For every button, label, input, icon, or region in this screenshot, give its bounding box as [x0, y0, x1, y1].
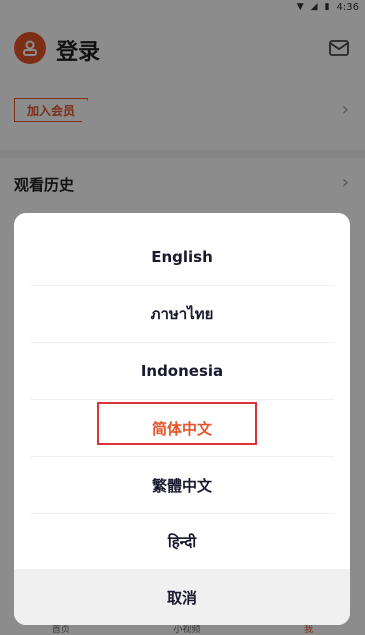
language-option-english[interactable]: English — [30, 229, 334, 286]
language-sheet: English ภาษาไทย Indonesia 简体中文 繁體中文 हिन्… — [14, 213, 350, 625]
language-option-simplified-chinese[interactable]: 简体中文 — [30, 400, 334, 457]
language-option-traditional-chinese[interactable]: 繁體中文 — [30, 457, 334, 514]
language-option-indonesian[interactable]: Indonesia — [30, 343, 334, 400]
language-option-thai[interactable]: ภาษาไทย — [30, 286, 334, 343]
language-option-hindi[interactable]: हिन्दी — [30, 513, 334, 570]
cancel-button[interactable]: 取消 — [14, 569, 350, 625]
